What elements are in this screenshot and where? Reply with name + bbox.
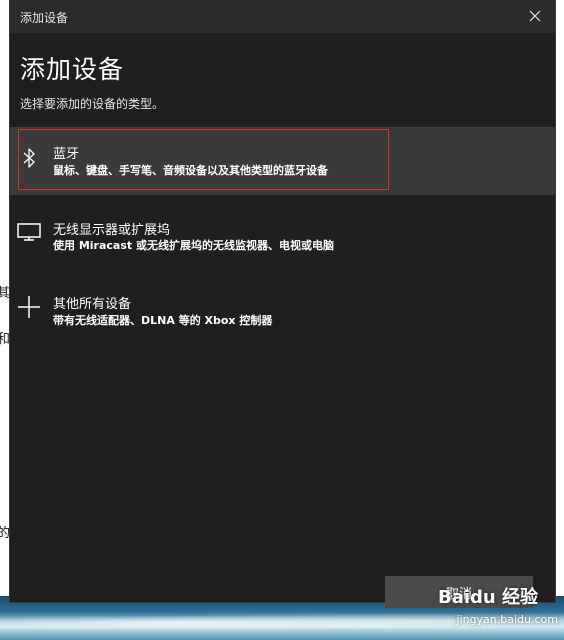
option-title: 其他所有设备 xyxy=(53,297,132,312)
option-description: 使用 Miracast 或无线扩展坞的无线监视器、电视或电脑 xyxy=(53,239,334,252)
option-wireless-display[interactable]: 无线显示器或扩展坞 使用 Miracast 或无线扩展坞的无线监视器、电视或电脑 xyxy=(10,203,555,271)
monitor-icon xyxy=(16,219,42,245)
close-button[interactable] xyxy=(521,4,549,28)
watermark-brand: Baidu 经验 xyxy=(438,587,539,608)
window-title: 添加设备 xyxy=(20,11,69,25)
title-bar[interactable]: 添加设备 xyxy=(10,0,555,33)
option-everything-else[interactable]: 其他所有设备 带有无线适配器、DLNA 等的 Xbox 控制器 xyxy=(10,278,555,346)
option-description: 带有无线适配器、DLNA 等的 Xbox 控制器 xyxy=(53,314,273,327)
bluetooth-icon xyxy=(16,145,42,171)
background-window-right xyxy=(556,0,564,600)
page-subtitle: 选择要添加的设备的类型。 xyxy=(20,97,165,111)
baidu-watermark: Baidu 经验 jingyan.baidu.com xyxy=(438,583,558,633)
close-icon xyxy=(529,10,541,22)
page-title: 添加设备 xyxy=(20,55,125,84)
plus-icon xyxy=(16,294,42,320)
add-device-dialog: 添加设备 添加设备 选择要添加的设备的类型。 蓝牙 鼠标、键盘、手写笔、音频设备… xyxy=(9,0,556,608)
option-title: 无线显示器或扩展坞 xyxy=(53,223,171,238)
option-bluetooth[interactable]: 蓝牙 鼠标、键盘、手写笔、音频设备以及其他类型的蓝牙设备 xyxy=(10,127,555,195)
option-title: 蓝牙 xyxy=(53,147,80,162)
option-description: 鼠标、键盘、手写笔、音频设备以及其他类型的蓝牙设备 xyxy=(53,164,328,177)
watermark-url: jingyan.baidu.com xyxy=(456,613,558,626)
